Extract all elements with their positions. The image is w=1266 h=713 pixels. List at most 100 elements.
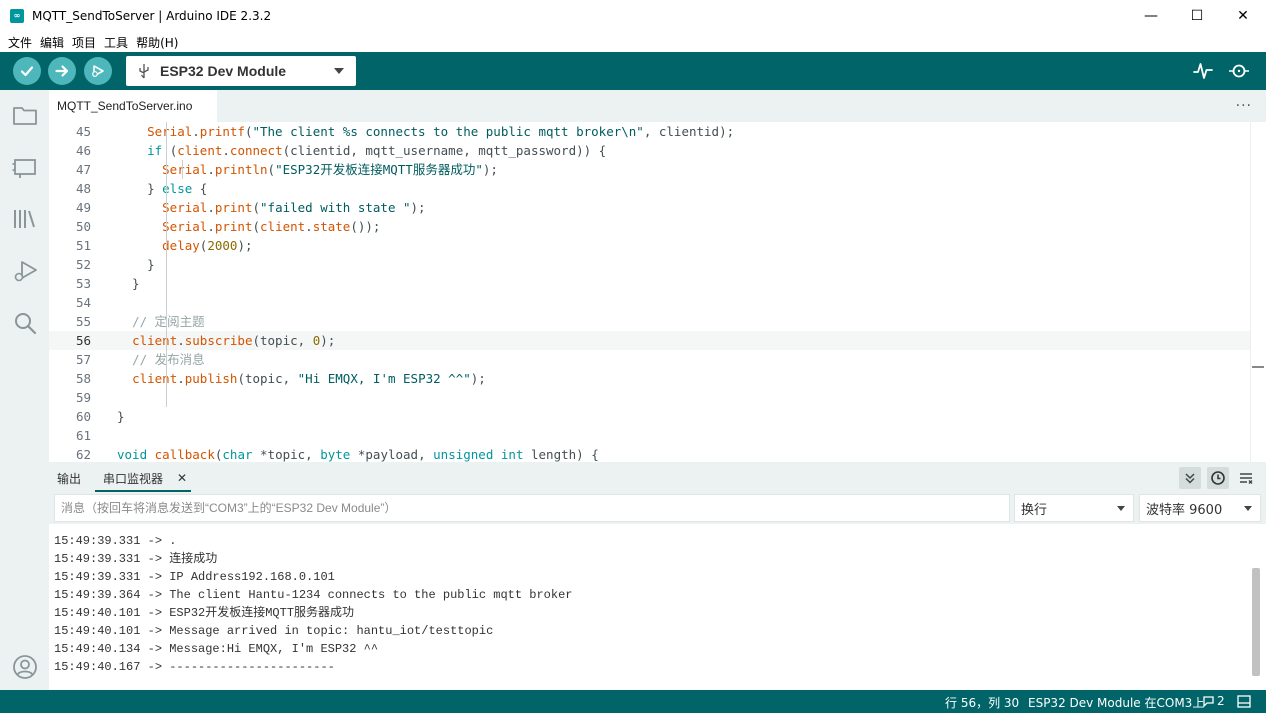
clear-output-button[interactable] [1235, 467, 1257, 489]
cursor-position[interactable]: 行 56，列 30 [945, 694, 1019, 711]
status-bar: 行 56，列 30 ESP32 Dev Module 在COM3上 2 [0, 690, 1266, 713]
code-text: Serial.print("failed with state "); [162, 200, 426, 215]
code-line[interactable]: 58 client.publish(topic, "Hi EMQX, I'm E… [49, 369, 1250, 388]
line-number: 50 [75, 219, 91, 234]
code-line[interactable]: 53 } [49, 274, 1250, 293]
bottom-panel-header: 输出 串口监视器 ✕ [49, 462, 1266, 492]
menu-tools[interactable]: 工具 [100, 34, 132, 51]
serial-line: 15:49:40.167 -> ----------------------- [54, 660, 335, 674]
editor-tab-bar: MQTT_SendToServer.ino ··· [49, 90, 1266, 122]
board-name: ESP32 Dev Module [160, 63, 287, 79]
line-number: 60 [75, 409, 91, 424]
serial-line: 15:49:40.134 -> Message:Hi EMQX, I'm ESP… [54, 642, 379, 656]
menu-edit[interactable]: 编辑 [36, 34, 68, 51]
maximize-button[interactable]: ☐ [1174, 0, 1220, 32]
verify-button[interactable] [13, 57, 41, 85]
baud-rate-select[interactable]: 波特率 9600 [1139, 494, 1261, 522]
code-line[interactable]: 57 // 发布消息 [49, 350, 1250, 369]
serial-input-row: 换行 波特率 9600 [49, 492, 1266, 524]
menu-sketch[interactable]: 项目 [68, 34, 100, 51]
line-number: 56 [75, 333, 91, 348]
serial-output[interactable]: 15:49:39.331 -> . 15:49:39.331 -> 连接成功 15:… [49, 524, 1266, 690]
code-text: Serial.println("ESP32开发板连接MQTT服务器成功"); [162, 162, 498, 177]
code-line[interactable]: 54 [49, 293, 1250, 312]
serial-line: 15:49:40.101 -> Message arrived in topic… [54, 624, 494, 638]
code-text: } [117, 409, 125, 424]
code-line[interactable]: 61 [49, 426, 1250, 445]
line-number: 48 [75, 181, 91, 196]
serial-line: 15:49:39.364 -> The client Hantu-1234 co… [54, 588, 573, 602]
code-line[interactable]: 47 Serial.println("ESP32开发板连接MQTT服务器成功")… [49, 160, 1250, 179]
code-line[interactable]: 46 if (client.connect(clientid, mqtt_use… [49, 141, 1250, 160]
boards-manager-icon[interactable] [12, 154, 38, 180]
serial-scrollbar-thumb[interactable] [1252, 568, 1260, 676]
close-tab-icon[interactable]: ✕ [177, 471, 187, 485]
code-text: client.publish(topic, "Hi EMQX, I'm ESP3… [132, 371, 486, 386]
line-number: 51 [75, 238, 91, 253]
line-number: 58 [75, 371, 91, 386]
minimize-button[interactable]: — [1128, 0, 1174, 32]
line-number: 46 [75, 143, 91, 158]
arduino-logo-icon: ∞ [10, 9, 24, 23]
line-number: 49 [75, 200, 91, 215]
code-line[interactable]: 50 Serial.print(client.state()); [49, 217, 1250, 236]
debug-icon[interactable] [12, 258, 38, 284]
code-line[interactable]: 60} [49, 407, 1250, 426]
code-line[interactable]: 51 delay(2000); [49, 236, 1250, 255]
code-text: Serial.print(client.state()); [162, 219, 381, 234]
code-editor[interactable]: 45 Serial.printf("The client %s connects… [49, 122, 1266, 462]
clear-list-icon [1240, 473, 1253, 484]
menu-bar: 文件 编辑 项目 工具 帮助(H) [0, 32, 1266, 52]
double-chevron-down-icon [1185, 473, 1195, 484]
more-actions-icon[interactable]: ··· [1236, 98, 1252, 114]
baud-rate-value: 波特率 9600 [1146, 502, 1223, 518]
code-text: } [117, 257, 155, 272]
code-line[interactable]: 49 Serial.print("failed with state "); [49, 198, 1250, 217]
board-selector[interactable]: ESP32 Dev Module [126, 56, 356, 86]
arrow-right-icon [55, 65, 69, 77]
close-window-button[interactable]: ✕ [1220, 0, 1266, 32]
tab-sketch-file[interactable]: MQTT_SendToServer.ino [49, 90, 217, 122]
code-line[interactable]: 55 // 定阅主题 [49, 312, 1250, 331]
upload-button[interactable] [48, 57, 76, 85]
code-line[interactable]: 59 [49, 388, 1250, 407]
tab-output[interactable]: 输出 [57, 470, 81, 487]
serial-plotter-icon[interactable] [1192, 61, 1214, 81]
debug-play-icon [92, 65, 104, 77]
code-text: // 发布消息 [132, 352, 205, 367]
serial-line: 15:49:40.101 -> ESP32开发板连接MQTT服务器成功 [54, 606, 355, 620]
usb-icon [139, 64, 149, 79]
code-line[interactable]: 48 } else { [49, 179, 1250, 198]
account-icon[interactable] [12, 654, 38, 680]
folder-icon[interactable] [12, 102, 38, 128]
board-port-status[interactable]: ESP32 Dev Module 在COM3上 [1028, 694, 1204, 711]
line-number: 61 [75, 428, 91, 443]
line-number: 54 [75, 295, 91, 310]
code-line[interactable]: 45 Serial.printf("The client %s connects… [49, 122, 1250, 141]
panel-toggle-icon[interactable] [1237, 695, 1251, 708]
scroll-position-marker [1252, 366, 1264, 368]
serial-monitor-icon[interactable] [1228, 61, 1250, 81]
code-line[interactable]: 56 client.subscribe(topic, 0); [49, 331, 1250, 350]
timestamp-toggle[interactable] [1207, 467, 1229, 489]
message-input[interactable] [54, 494, 1010, 522]
chevron-down-icon [1244, 506, 1252, 511]
notification-icon[interactable] [1202, 695, 1215, 708]
code-line[interactable]: 62 void callback(char *topic, byte *paylo… [49, 445, 1250, 462]
code-text: client.subscribe(topic, 0); [132, 333, 336, 348]
code-text: } else { [117, 181, 208, 196]
autoscroll-toggle[interactable] [1179, 467, 1201, 489]
line-ending-select[interactable]: 换行 [1014, 494, 1134, 522]
search-icon[interactable] [12, 310, 38, 336]
line-number: 47 [75, 162, 91, 177]
tab-serial-monitor[interactable]: 串口监视器 [103, 470, 163, 487]
code-line[interactable]: 52 } [49, 255, 1250, 274]
line-number: 55 [75, 314, 91, 329]
menu-help[interactable]: 帮助(H) [132, 34, 182, 51]
checkmark-icon [20, 66, 34, 77]
menu-file[interactable]: 文件 [4, 34, 36, 51]
code-text: void callback(char *topic, byte *payload… [117, 447, 599, 462]
editor-scrollbar[interactable] [1250, 122, 1266, 462]
library-manager-icon[interactable] [12, 206, 38, 232]
debug-button[interactable] [84, 57, 112, 85]
